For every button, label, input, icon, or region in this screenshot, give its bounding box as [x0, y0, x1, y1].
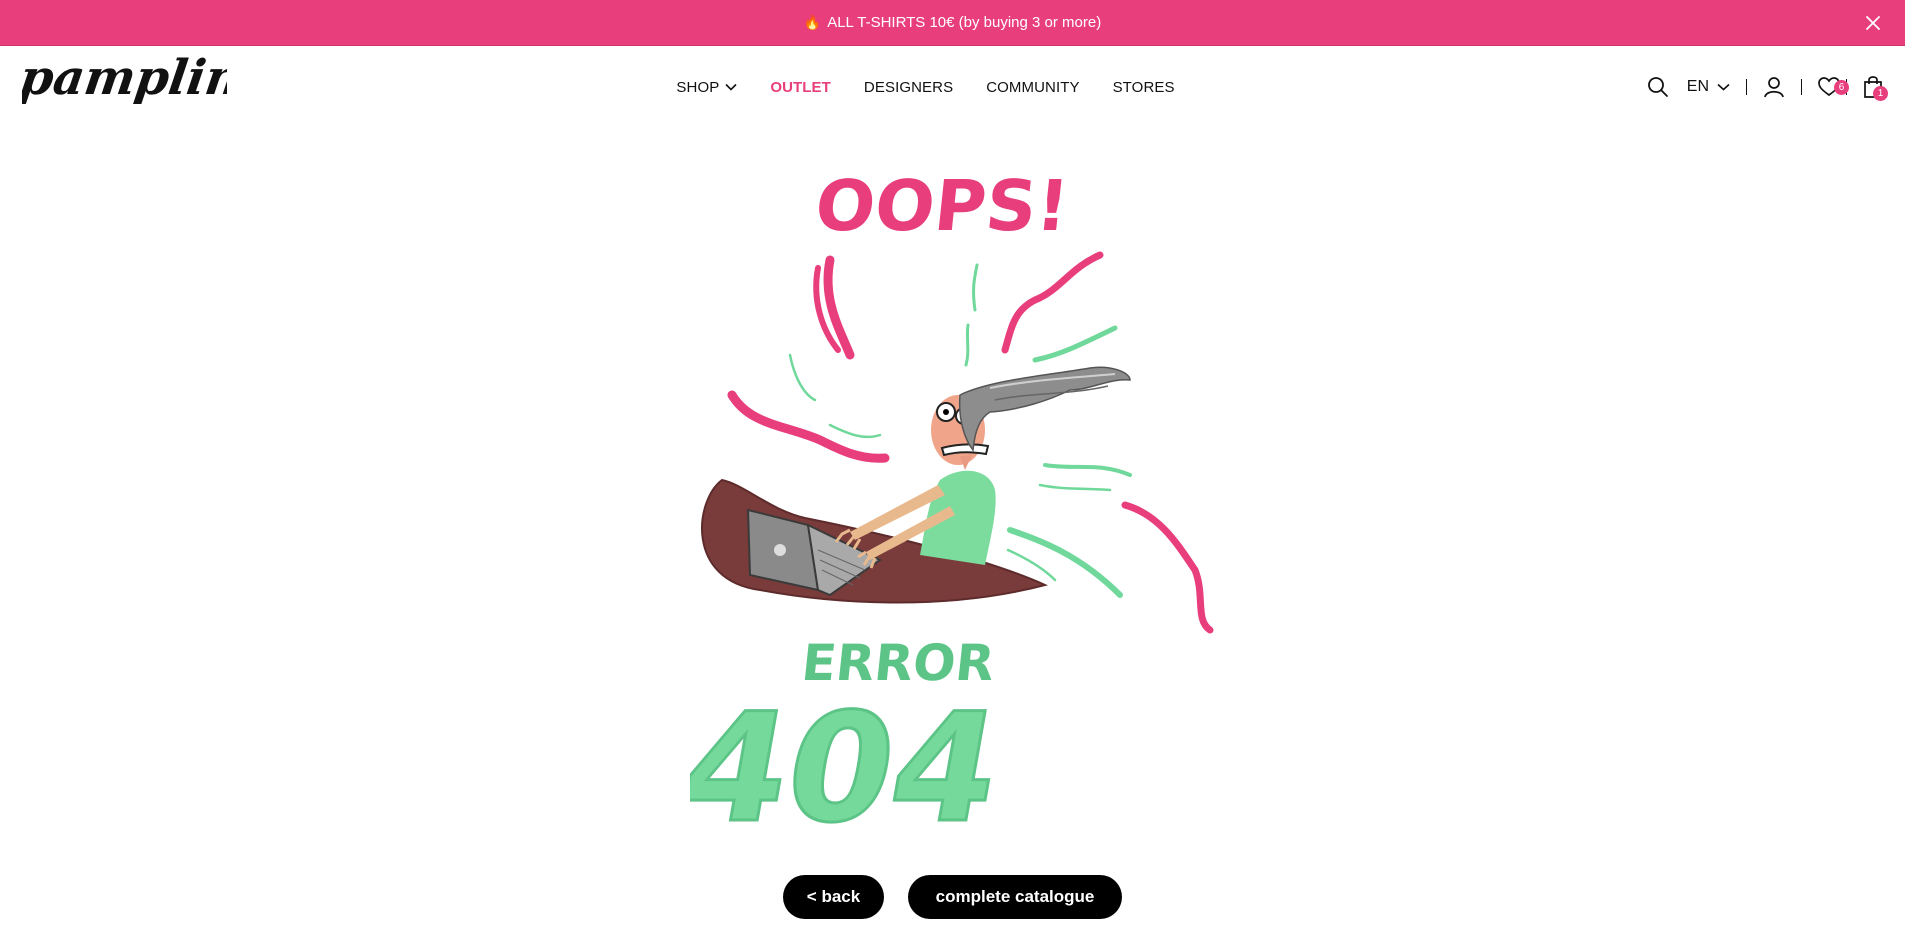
- chevron-down-icon: [1717, 83, 1730, 91]
- error-code: 404: [690, 681, 1013, 850]
- cart-button[interactable]: 1: [1863, 76, 1888, 101]
- language-label: EN: [1686, 78, 1709, 95]
- nav-item-label: OUTLET: [770, 78, 831, 96]
- error-headline: OOPS!: [811, 165, 1072, 247]
- site-logo[interactable]: pampling: [22, 50, 227, 120]
- wishlist-count-badge: 6: [1834, 80, 1849, 95]
- complete-catalogue-button[interactable]: complete catalogue: [908, 875, 1122, 919]
- main-nav: SHOP OUTLET DESIGNERS COMMUNITY STORES: [0, 46, 1905, 128]
- divider: [1801, 79, 1802, 95]
- catalogue-button-label: complete catalogue: [935, 887, 1095, 906]
- close-icon[interactable]: [1861, 11, 1885, 35]
- back-button-label: < back: [806, 887, 861, 906]
- nav-item-community[interactable]: COMMUNITY: [986, 79, 1079, 96]
- error-illustration: OOPS! ERROR 404: [668, 150, 1250, 857]
- nav-item-outlet[interactable]: OUTLET: [770, 79, 831, 96]
- user-icon[interactable]: [1763, 76, 1785, 98]
- back-button[interactable]: < back: [783, 875, 884, 919]
- nav-item-label: SHOP: [676, 78, 720, 96]
- wishlist-button[interactable]: 6: [1818, 77, 1849, 97]
- promo-text: ALL T-SHIRTS 10€ (by buying 3 or more): [827, 14, 1102, 31]
- flame-icon: 🔥: [803, 14, 822, 30]
- divider: [1746, 79, 1747, 95]
- language-selector[interactable]: EN: [1687, 78, 1730, 96]
- site-header: pampling SHOP OUTLET DESIGNERS COMMUNITY…: [0, 46, 1905, 128]
- nav-item-stores[interactable]: STORES: [1113, 79, 1175, 96]
- nav-item-label: DESIGNERS: [863, 78, 954, 96]
- nav-item-label: STORES: [1112, 78, 1175, 96]
- search-icon[interactable]: [1647, 76, 1669, 98]
- header-actions: EN 6 1: [1647, 46, 1888, 128]
- cart-count-badge: 1: [1873, 86, 1888, 101]
- nav-item-label: COMMUNITY: [986, 78, 1080, 96]
- nav-item-designers[interactable]: DESIGNERS: [864, 79, 953, 96]
- svg-text:pampling: pampling: [22, 50, 227, 106]
- chevron-down-icon: [725, 83, 737, 91]
- promo-banner: 🔥 ALL T-SHIRTS 10€ (by buying 3 or more): [0, 0, 1905, 46]
- nav-item-shop[interactable]: SHOP: [676, 79, 737, 96]
